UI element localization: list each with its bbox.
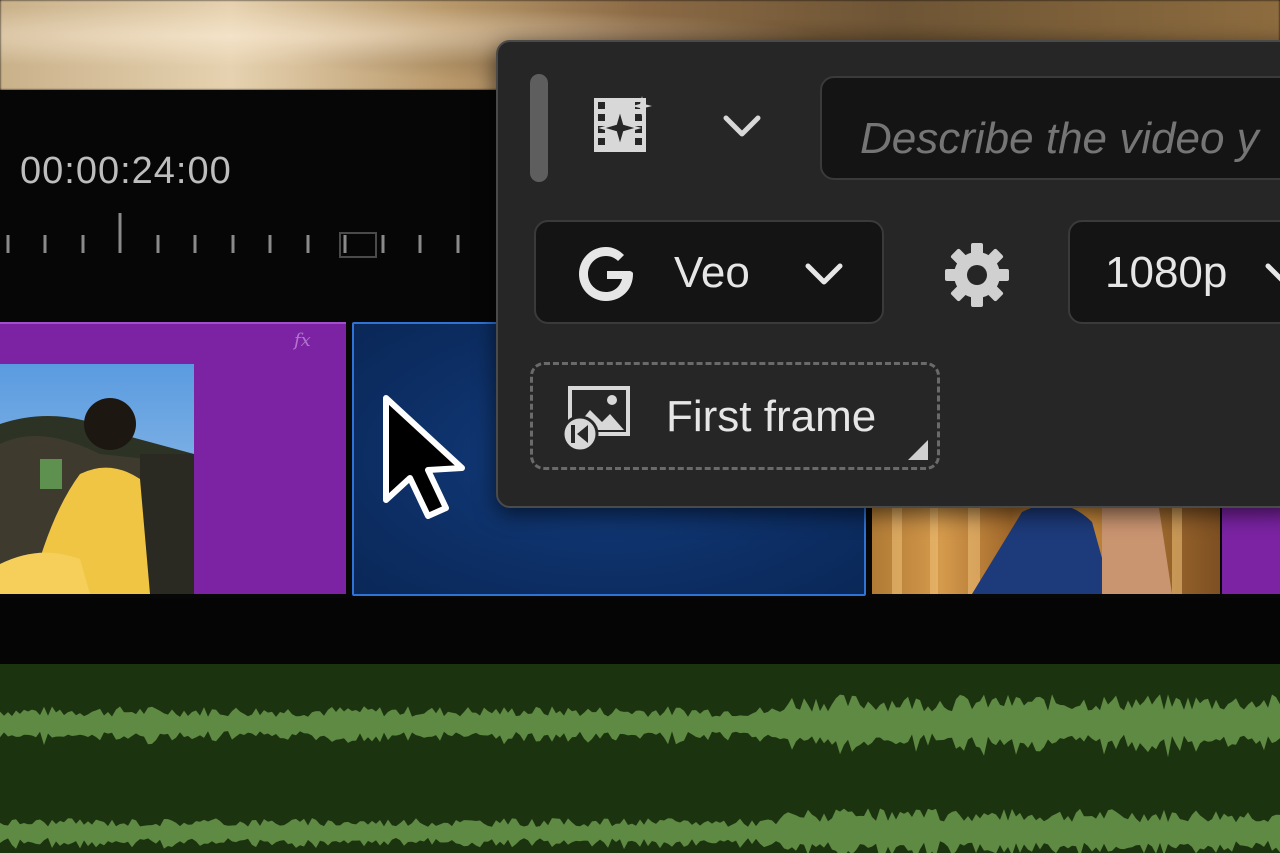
first-frame-label: First frame	[666, 392, 877, 441]
image-first-frame-icon	[561, 386, 630, 453]
resize-corner-icon	[908, 440, 928, 460]
chevron-down-icon[interactable]	[1262, 258, 1280, 290]
gear-icon[interactable]	[942, 240, 1012, 310]
playhead-timecode: 00:00:24:00	[20, 150, 232, 192]
clip-1-thumbnail	[0, 364, 194, 594]
film-sparkle-icon[interactable]	[590, 94, 654, 156]
model-label: Veo	[674, 248, 750, 297]
prompt-input[interactable]	[820, 76, 1280, 180]
panel-drag-handle[interactable]	[530, 74, 548, 182]
mouse-pointer-icon	[383, 395, 465, 519]
chevron-down-icon[interactable]	[720, 110, 764, 142]
resolution-label: 1080p	[1105, 248, 1228, 297]
audio-waveform	[0, 694, 1280, 853]
clip-fx-badge: fx	[294, 330, 311, 351]
chevron-down-icon[interactable]	[802, 258, 846, 290]
track-divider	[0, 598, 1280, 664]
google-g-icon	[579, 247, 633, 301]
ruler-ticks	[6, 213, 460, 258]
